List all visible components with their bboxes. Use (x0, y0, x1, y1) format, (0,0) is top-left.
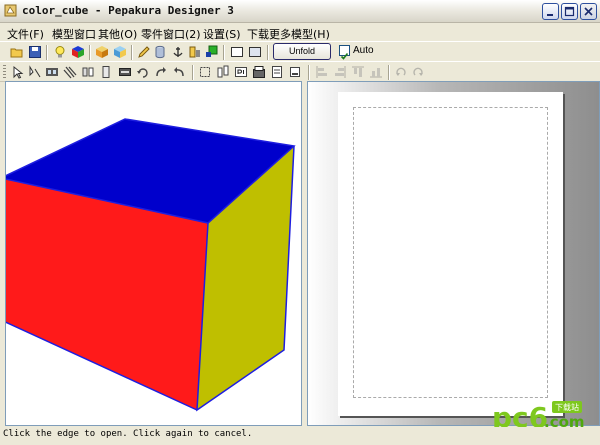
minimize-icon (547, 14, 553, 16)
align-top-icon[interactable] (351, 65, 365, 79)
select-edge-icon[interactable] (28, 65, 42, 79)
box-texture-icon[interactable] (113, 45, 127, 59)
green-cube-icon[interactable] (205, 45, 219, 59)
minimize-button[interactable] (542, 3, 559, 20)
undo-icon[interactable] (172, 65, 186, 79)
close-icon (584, 7, 593, 16)
lightbulb-icon[interactable] (53, 45, 67, 59)
print-icon[interactable] (288, 65, 302, 79)
rotate-left-icon[interactable] (394, 65, 408, 79)
window-title: color_cube - Pepakura Designer 3 (22, 4, 234, 17)
cylinder-icon[interactable] (153, 45, 167, 59)
resize-icon[interactable] (198, 65, 212, 79)
toolbar-separator (223, 45, 225, 60)
paper-sheet[interactable] (338, 92, 563, 416)
app-icon (4, 4, 17, 17)
pencil-icon[interactable] (137, 45, 151, 59)
panel-icon[interactable] (118, 65, 132, 79)
redo-icon[interactable] (154, 65, 168, 79)
page-grid-icon[interactable] (270, 65, 284, 79)
toolbar-separator (89, 45, 91, 60)
toolbar-separator (308, 65, 310, 80)
anchor-icon[interactable] (171, 45, 185, 59)
close-button[interactable] (580, 3, 597, 20)
align-left-icon[interactable] (315, 65, 329, 79)
menu-parts-window[interactable]: 零件窗口(2) (141, 26, 201, 42)
page-number-icon[interactable] (234, 65, 248, 79)
toolbar-separator (192, 65, 194, 80)
menu-model-window[interactable]: 模型窗口 (52, 26, 96, 42)
menu-file[interactable]: 文件(F) (7, 26, 44, 42)
checkmark-icon (340, 53, 349, 60)
open-folder-icon[interactable] (10, 45, 24, 59)
rotate-right-icon[interactable] (411, 65, 425, 79)
save-icon[interactable] (28, 45, 42, 59)
rotate-icon[interactable] (136, 65, 150, 79)
menu-download-models[interactable]: 下载更多模型(H) (247, 26, 330, 42)
menu-settings[interactable]: 设置(S) (203, 26, 241, 42)
toolbar-separator (267, 45, 269, 60)
color-cube-icon[interactable] (71, 45, 85, 59)
toolbar-separator (388, 65, 390, 80)
toolbar-separator (131, 45, 133, 60)
unfold-2d-view[interactable] (307, 81, 600, 426)
color-cube-model[interactable] (6, 82, 301, 425)
main-toolbar: Unfold Auto (0, 41, 600, 62)
unfold-button[interactable]: Unfold (273, 43, 331, 60)
box-tool-icon[interactable] (95, 45, 109, 59)
align-bottom-icon[interactable] (369, 65, 383, 79)
print-margin (353, 107, 548, 398)
menu-bar: 文件(F) 模型窗口 其他(O) 零件窗口(2) 设置(S) 下载更多模型(H) (0, 23, 600, 41)
column-icon[interactable] (99, 65, 113, 79)
window-icon[interactable] (230, 45, 244, 59)
auto-checkbox[interactable] (339, 45, 350, 60)
ruler-icon[interactable] (188, 45, 202, 59)
toolbar-separator (46, 45, 48, 60)
edit-toolbar (0, 61, 600, 82)
stripes-icon[interactable] (63, 65, 77, 79)
toolbar-grip[interactable] (3, 65, 6, 79)
status-text: Click the edge to open. Click again to c… (3, 429, 253, 439)
window-alt-icon[interactable] (248, 45, 262, 59)
title-bar[interactable]: color_cube - Pepakura Designer 3 (0, 0, 600, 23)
maximize-button[interactable] (561, 3, 578, 20)
split-parts-icon[interactable] (216, 65, 230, 79)
align-right-icon[interactable] (333, 65, 347, 79)
page-layout-icon[interactable] (252, 65, 266, 79)
auto-label: Auto (353, 45, 374, 56)
status-bar: Click the edge to open. Click again to c… (0, 427, 600, 445)
select-arrow-icon[interactable] (11, 65, 25, 79)
film-strip-icon[interactable] (45, 65, 59, 79)
app-window: color_cube - Pepakura Designer 3 文件(F) 模… (0, 0, 600, 445)
menu-other[interactable]: 其他(O) (98, 26, 137, 42)
model-3d-view[interactable] (5, 81, 302, 426)
maximize-icon (564, 6, 575, 17)
fold-icon[interactable] (81, 65, 95, 79)
svg-text:下载站: 下载站 (555, 402, 579, 412)
